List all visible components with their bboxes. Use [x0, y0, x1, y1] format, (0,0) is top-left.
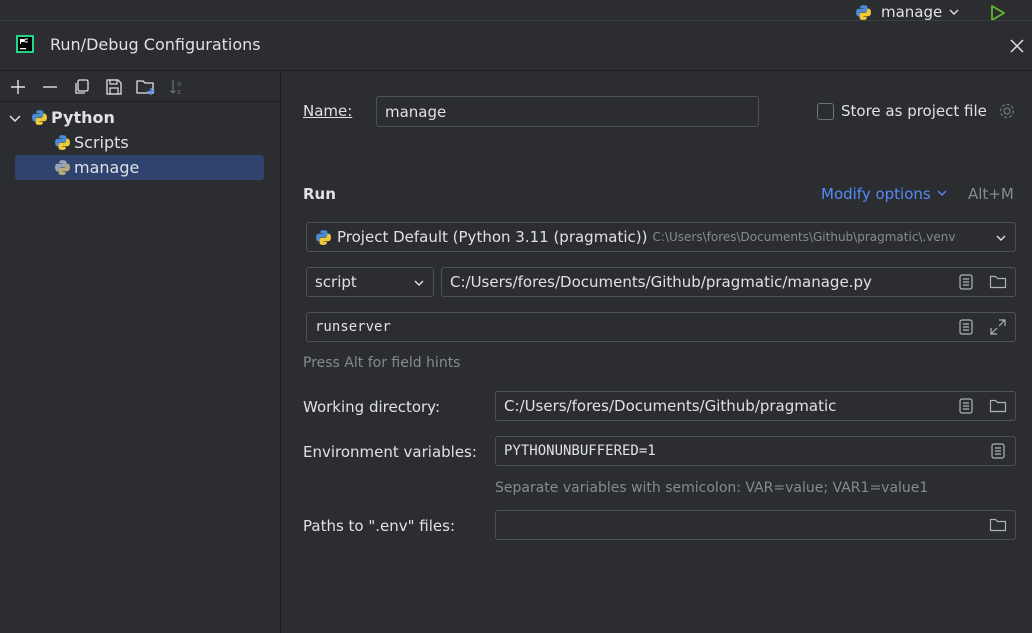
- run-debug-dialog: Run/Debug Configurations az Python Scrip…: [0, 20, 1032, 633]
- tree-node-label: Python: [51, 108, 115, 127]
- modify-options-link[interactable]: Modify options: [821, 185, 948, 203]
- config-form: Name: manage Store as project file Run M…: [282, 72, 1032, 633]
- store-as-project-label: Store as project file: [841, 102, 987, 120]
- plus-icon: [11, 79, 25, 94]
- tree-node-label: manage: [74, 158, 140, 177]
- script-path-input[interactable]: C:/Users/fores/Documents/Github/pragmati…: [441, 267, 1016, 297]
- edit-variables-icon[interactable]: [989, 442, 1007, 460]
- environment-variables-label: Environment variables:: [303, 443, 477, 461]
- maximize-icon[interactable]: [989, 318, 1007, 336]
- python-icon: [32, 110, 47, 125]
- config-tree-pane: az Python Scripts manage: [0, 72, 281, 633]
- script-type-value: script: [315, 273, 357, 291]
- remove-config-button[interactable]: [38, 75, 62, 99]
- chevron-down-icon: [414, 280, 424, 286]
- pycharm-logo-icon: [16, 35, 34, 53]
- save-config-button[interactable]: [102, 75, 126, 99]
- interpreter-path: C:\Users\fores\Documents\Github\pragmati…: [652, 230, 956, 244]
- run-config-name: manage: [881, 3, 943, 21]
- run-config-selector[interactable]: manage: [855, 3, 960, 21]
- ide-toolbar-strip: manage: [0, 0, 1032, 22]
- chevron-down-icon[interactable]: [8, 111, 22, 125]
- sort-alpha-icon: az: [170, 79, 181, 96]
- name-label: Name:: [303, 102, 353, 120]
- script-parameters-input[interactable]: runserver: [306, 312, 1016, 342]
- chevron-down-icon: [937, 190, 946, 196]
- python-interpreter-icon: [316, 229, 331, 245]
- tree-node-label: Scripts: [74, 133, 129, 152]
- script-parameters-value: runserver: [315, 319, 391, 335]
- gear-icon[interactable]: [998, 102, 1016, 120]
- save-icon: [106, 78, 122, 95]
- interpreter-name: Project Default (Python 3.11 (pragmatic)…: [337, 228, 648, 246]
- dialog-title: Run/Debug Configurations: [50, 35, 261, 54]
- minus-icon: [43, 85, 57, 88]
- working-directory-input[interactable]: C:/Users/fores/Documents/Github/pragmati…: [495, 391, 1016, 421]
- python-icon: [55, 160, 70, 175]
- new-folder-button[interactable]: [134, 75, 158, 99]
- expand-text-icon[interactable]: [957, 273, 975, 291]
- dotenv-paths-input[interactable]: [495, 510, 1016, 540]
- config-tree: Python Scripts manage: [0, 102, 280, 180]
- svg-text:a: a: [177, 80, 181, 88]
- name-input-value: manage: [385, 102, 447, 121]
- run-section-heading: Run: [303, 185, 336, 203]
- tree-toolbar: az: [0, 72, 280, 102]
- interpreter-select[interactable]: Project Default (Python 3.11 (pragmatic)…: [306, 222, 1016, 252]
- sort-button[interactable]: az: [166, 75, 190, 99]
- tree-node-scripts[interactable]: Scripts: [0, 130, 280, 155]
- name-input[interactable]: manage: [376, 96, 759, 127]
- expand-text-icon[interactable]: [957, 397, 975, 415]
- tree-node-manage[interactable]: manage: [15, 155, 264, 180]
- python-icon: [856, 4, 871, 20]
- dialog-titlebar: Run/Debug Configurations: [0, 21, 1032, 71]
- working-directory-label: Working directory:: [303, 398, 441, 416]
- add-config-button[interactable]: [6, 75, 30, 99]
- working-directory-value: C:/Users/fores/Documents/Github/pragmati…: [504, 397, 837, 415]
- environment-variables-value: PYTHONUNBUFFERED=1: [504, 443, 656, 459]
- folder-icon[interactable]: [989, 273, 1007, 291]
- svg-text:z: z: [177, 88, 181, 96]
- script-type-select[interactable]: script: [306, 267, 434, 297]
- modify-options-shortcut: Alt+M: [968, 185, 1014, 203]
- folder-icon[interactable]: [989, 397, 1007, 415]
- script-path-value: C:/Users/fores/Documents/Github/pragmati…: [450, 273, 872, 291]
- chevron-down-icon: [996, 235, 1006, 241]
- python-icon: [55, 135, 70, 150]
- store-as-project-checkbox[interactable]: [817, 103, 834, 120]
- folder-icon[interactable]: [989, 516, 1007, 534]
- chevron-down-icon: [949, 9, 959, 15]
- tree-node-python[interactable]: Python: [0, 105, 280, 130]
- close-icon[interactable]: [1008, 37, 1026, 55]
- copy-icon: [75, 78, 89, 94]
- environment-variables-hint: Separate variables with semicolon: VAR=v…: [495, 480, 929, 496]
- environment-variables-input[interactable]: PYTHONUNBUFFERED=1: [495, 436, 1016, 466]
- copy-config-button[interactable]: [70, 75, 94, 99]
- field-hints-text: Press Alt for field hints: [303, 355, 461, 371]
- expand-text-icon[interactable]: [957, 318, 975, 336]
- dotenv-paths-label: Paths to ".env" files:: [303, 517, 456, 535]
- folder-add-icon: [136, 79, 155, 95]
- modify-options-label: Modify options: [821, 185, 931, 203]
